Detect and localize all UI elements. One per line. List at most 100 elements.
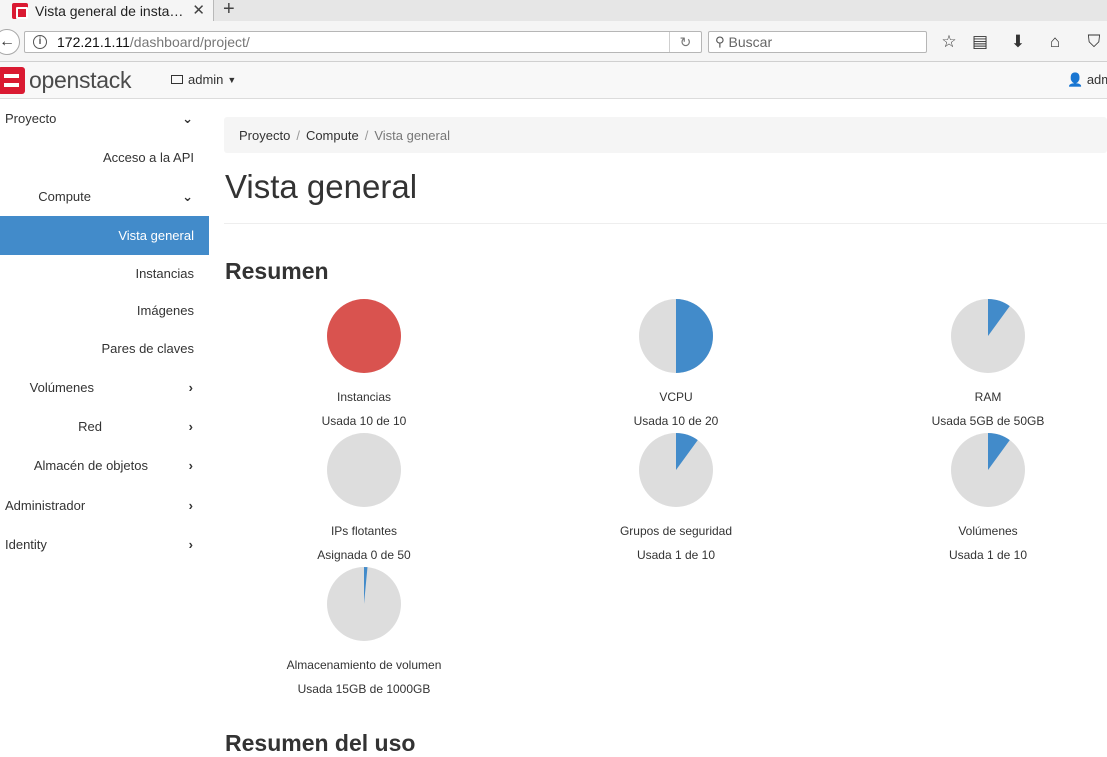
project-icon [171, 75, 183, 84]
page-title: Vista general [225, 168, 418, 205]
download-icon[interactable]: ⬇ [1007, 31, 1029, 53]
pie-chart-instances: Instancias Usada 10 de 10 [284, 298, 444, 428]
sidebar-item-overview[interactable]: Vista general [0, 216, 209, 255]
openstack-logo-icon [0, 67, 25, 94]
url-host: 172.21.1.11 [57, 34, 130, 50]
breadcrumb-current: Vista general [374, 127, 450, 143]
pie-label: RAM [974, 390, 1002, 404]
sidebar-item-key-pairs[interactable]: Pares de claves [0, 329, 209, 368]
pie-used-slice [676, 299, 713, 373]
breadcrumb-separator: / [364, 127, 369, 143]
openstack-header: openstack admin ▼ 👤 admin [0, 62, 1107, 99]
sidebar-item-network[interactable]: Red › [0, 407, 209, 446]
reload-icon[interactable]: ↻ [669, 32, 701, 52]
browser-search-input[interactable] [728, 34, 919, 50]
pocket-icon[interactable]: ⛉ [1083, 31, 1105, 53]
chevron-right-icon: › [188, 419, 193, 434]
search-icon: ⚲ [715, 34, 725, 49]
project-name: admin [188, 72, 224, 87]
chevron-right-icon: › [188, 498, 193, 513]
sidebar-item-label: Almacén de objetos [33, 458, 148, 473]
pie-usage: Usada 1 de 10 [948, 548, 1028, 562]
sidebar-item-label: Administrador [5, 498, 86, 513]
user-menu[interactable]: 👤 admin [1067, 72, 1107, 88]
browser-tab-bar: Vista general de insta… ✕ + [0, 0, 1107, 21]
pie-chart-security-groups: Grupos de seguridad Usada 1 de 10 [596, 432, 756, 562]
pie-graphic [951, 433, 1025, 507]
openstack-logo[interactable]: openstack [0, 67, 131, 94]
pie-label: Instancias [336, 390, 392, 404]
pie-label: VCPU [659, 390, 693, 404]
pie-chart-vcpu: VCPU Usada 10 de 20 [596, 298, 756, 428]
sidebar-item-label: Instancias [135, 266, 194, 281]
title-divider [224, 223, 1107, 224]
sidebar-item-label: Identity [5, 537, 47, 552]
url-path: /dashboard/project/ [129, 34, 250, 50]
chevron-right-icon: › [188, 380, 193, 395]
pie-label: IPs flotantes [330, 524, 398, 538]
breadcrumb-item[interactable]: Compute [306, 128, 359, 143]
pie-graphic [327, 433, 401, 507]
pie-graphic [639, 299, 713, 373]
sidebar-item-label: Proyecto [5, 111, 57, 126]
pie-graphic [327, 299, 401, 373]
pie-chart-volume-storage: Almacenamiento de volumen Usada 15GB de … [284, 566, 444, 696]
pie-usage: Asignada 0 de 50 [317, 548, 411, 562]
pie-graphic [951, 299, 1025, 373]
breadcrumb-separator: / [296, 127, 300, 143]
pie-usage: Usada 15GB de 1000GB [297, 682, 431, 696]
sidebar-item-instances[interactable]: Instancias [0, 254, 209, 293]
sidebar-item-compute[interactable]: Compute ⌄ [0, 177, 209, 216]
user-icon: 👤 [1067, 72, 1084, 87]
pie-label: Volúmenes [958, 524, 1018, 538]
project-switcher[interactable]: admin ▼ [171, 72, 236, 87]
breadcrumb: Proyecto / Compute / Vista general [224, 117, 1107, 153]
reading-list-icon[interactable]: ▤ [969, 31, 991, 53]
home-icon[interactable]: ⌂ [1044, 31, 1066, 53]
pie-label: Grupos de seguridad [619, 524, 733, 538]
sidebar-item-label: Acceso a la API [102, 150, 194, 165]
pie-usage: Usada 5GB de 50GB [931, 414, 1045, 428]
pie-usage: Usada 10 de 20 [633, 414, 719, 428]
chevron-down-icon: ⌄ [182, 188, 193, 204]
tab-title: Vista general de insta… [35, 2, 184, 19]
browser-tab[interactable]: Vista general de insta… ✕ [0, 0, 214, 21]
chevron-down-icon: ⌄ [182, 110, 193, 126]
chevron-right-icon: › [188, 537, 193, 552]
bookmark-star-icon[interactable]: ☆ [938, 31, 960, 53]
pie-free-slice [327, 433, 401, 507]
pie-graphic [639, 433, 713, 507]
sidebar-item-proyecto[interactable]: Proyecto ⌄ [0, 99, 209, 138]
summary-title: Resumen [225, 258, 329, 284]
sidebar-nav: Proyecto ⌄ Acceso a la API Compute ⌄ Vis… [0, 99, 209, 742]
sidebar-item-label: Red [78, 419, 102, 434]
pie-graphic [327, 567, 401, 641]
sidebar-item-images[interactable]: Imágenes [0, 291, 209, 330]
new-tab-icon[interactable]: + [223, 0, 235, 21]
sidebar-item-label: Compute [38, 189, 91, 204]
pie-chart-volumes: Volúmenes Usada 1 de 10 [908, 432, 1068, 562]
pie-chart-ram: RAM Usada 5GB de 50GB [908, 298, 1068, 428]
sidebar-item-api-access[interactable]: Acceso a la API [0, 138, 209, 177]
breadcrumb-item[interactable]: Proyecto [239, 128, 290, 143]
openstack-favicon-icon [12, 2, 28, 19]
url-bar[interactable]: i 172.21.1.11 /dashboard/project/ ↻ [24, 31, 702, 53]
pie-chart-floating-ips: IPs flotantes Asignada 0 de 50 [284, 432, 444, 562]
caret-down-icon: ▼ [227, 74, 237, 85]
info-icon[interactable]: i [33, 35, 47, 49]
sidebar-item-label: Volúmenes [29, 380, 94, 395]
close-tab-icon[interactable]: ✕ [192, 1, 205, 19]
sidebar-item-admin[interactable]: Administrador › [0, 486, 209, 525]
chevron-right-icon: › [188, 458, 193, 473]
sidebar-item-volumes[interactable]: Volúmenes › [0, 368, 209, 407]
user-name: admin [1086, 72, 1107, 87]
browser-search-bar[interactable]: ⚲ [708, 31, 927, 53]
pie-usage: Usada 10 de 10 [321, 414, 407, 428]
back-arrow-icon[interactable]: ← [0, 29, 20, 55]
sidebar-item-identity[interactable]: Identity › [0, 525, 209, 564]
usage-summary-title: Resumen del uso [225, 730, 416, 756]
sidebar-item-label: Pares de claves [101, 341, 195, 356]
sidebar-item-object-store[interactable]: Almacén de objetos › [0, 446, 209, 485]
pie-full [327, 299, 401, 373]
pie-label: Almacenamiento de volumen [286, 658, 442, 672]
